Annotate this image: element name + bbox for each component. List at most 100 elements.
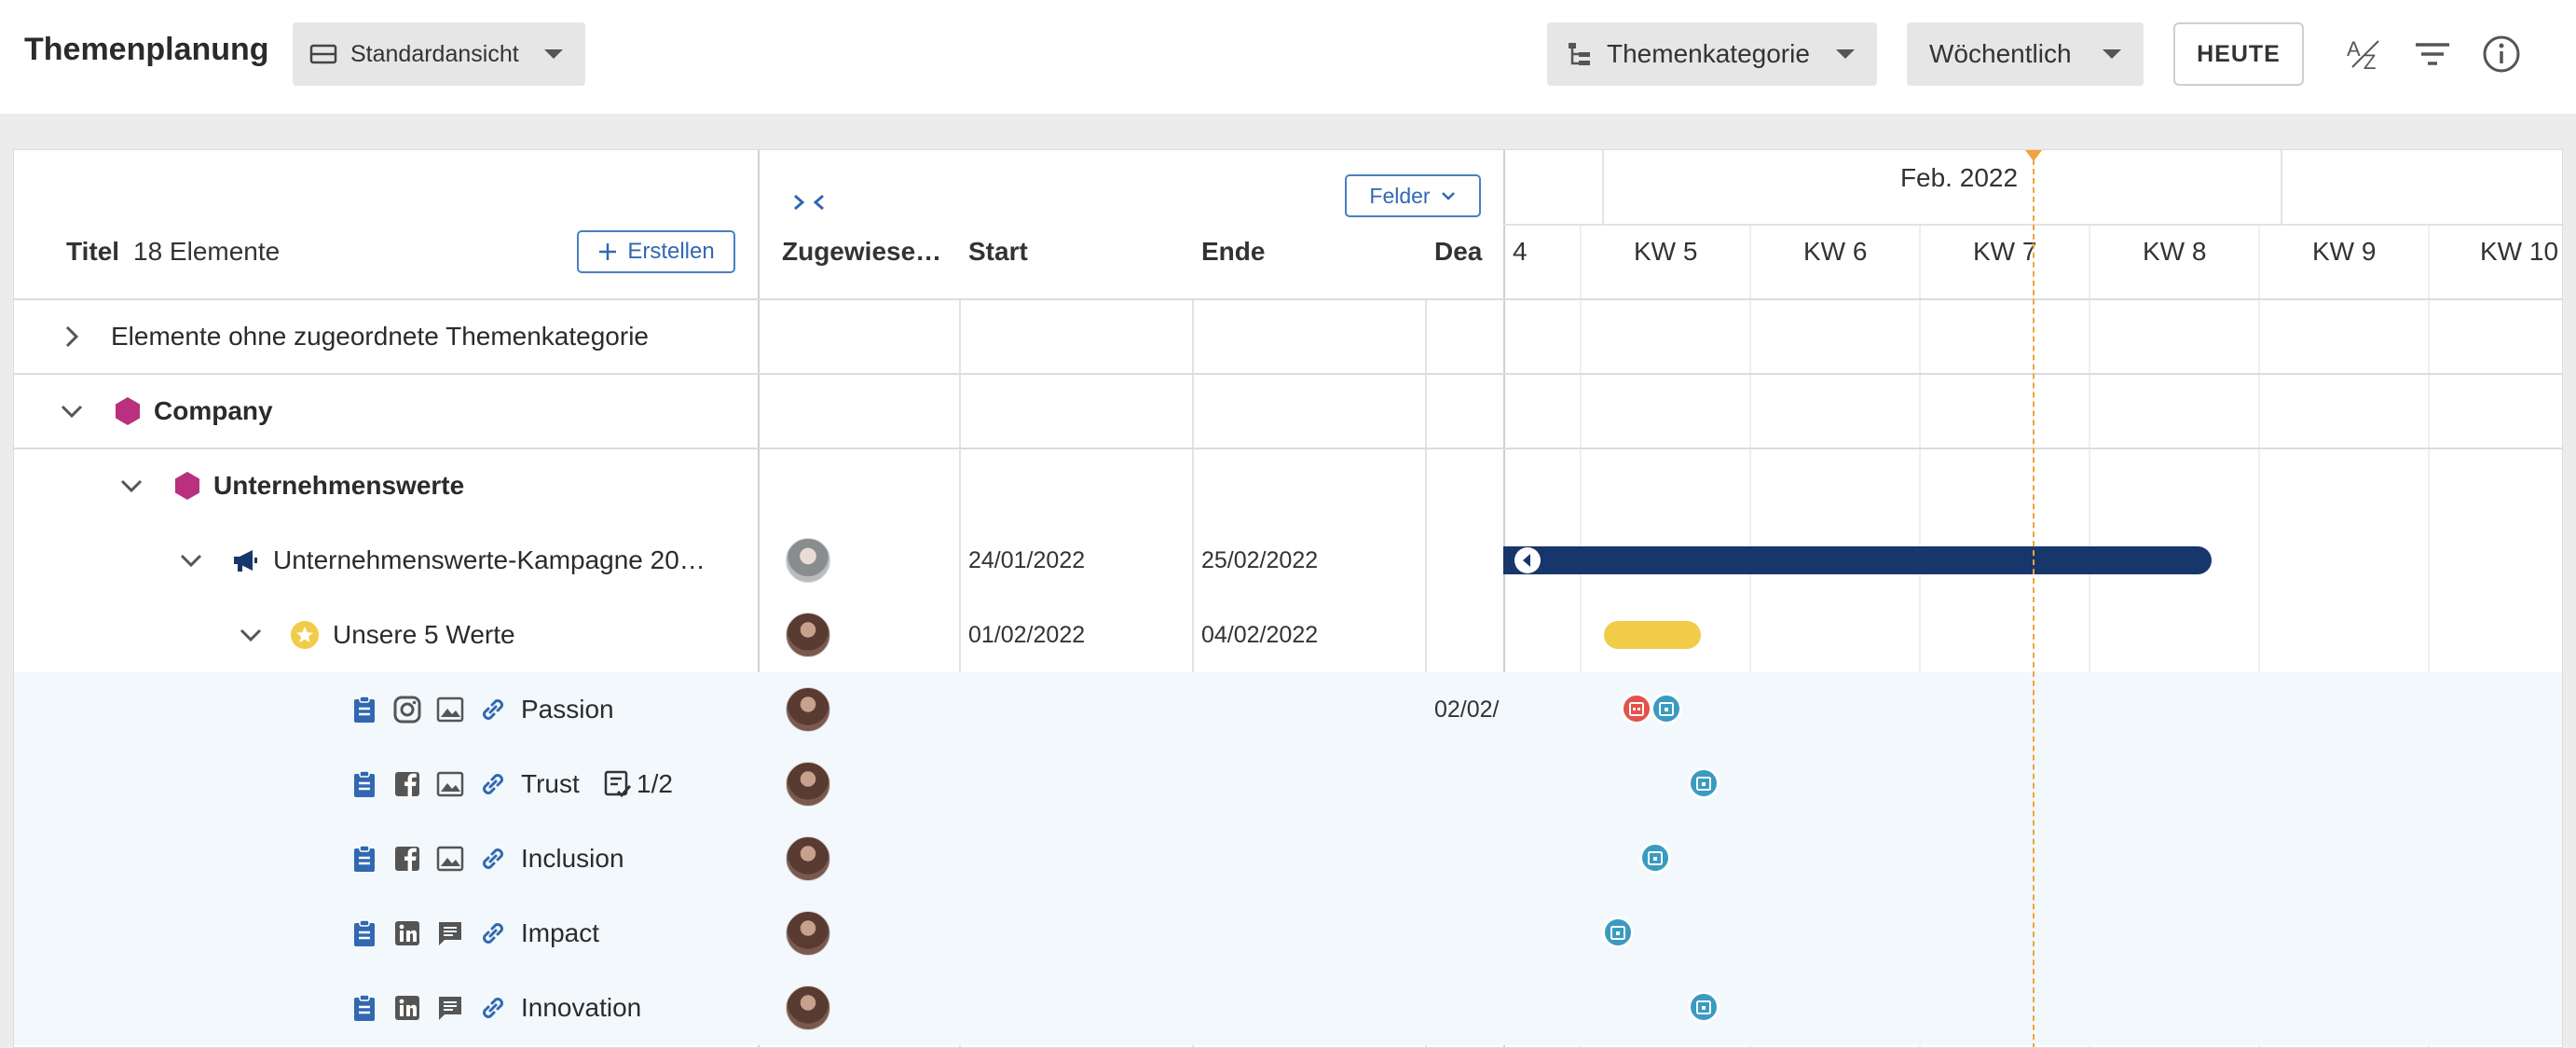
chevron-right-icon[interactable]: [57, 322, 87, 352]
post-title: Impact: [521, 918, 600, 947]
clipboard-icon: [354, 919, 375, 946]
task-checklist-icon: [604, 770, 632, 798]
view-list-icon: [309, 44, 337, 64]
deadline-column-header[interactable]: Dea: [1434, 237, 1501, 267]
post-row-impact[interactable]: Impact: [14, 896, 2562, 971]
publish-calendar-icon[interactable]: [1688, 991, 1720, 1023]
group-label: Elemente ohne zugeordnete Themenkategori…: [111, 322, 649, 351]
topic-title: Unsere 5 Werte: [333, 620, 515, 649]
group-label: Company: [154, 396, 273, 425]
filter-icon[interactable]: [2412, 34, 2453, 75]
start-column-header[interactable]: Start: [968, 237, 1028, 267]
clipboard-icon: [354, 845, 375, 872]
create-button[interactable]: Erstellen: [577, 230, 735, 273]
end-date: 25/02/2022: [1201, 547, 1319, 573]
publish-calendar-icon[interactable]: [1639, 842, 1671, 874]
top-bar: Themenplanung Standardansicht Themenkate…: [0, 0, 2576, 114]
week-label: KW 10: [2480, 237, 2559, 266]
chevron-down-icon[interactable]: [57, 396, 87, 426]
today-button[interactable]: HEUTE: [2173, 22, 2304, 86]
chevron-down-icon[interactable]: [176, 545, 206, 575]
group-by-label: Themenkategorie: [1607, 39, 1810, 68]
title-column-header: Titel: [66, 237, 120, 266]
week-label: KW 5: [1634, 237, 1698, 266]
week-label: 4: [1513, 237, 1528, 266]
image-icon: [436, 771, 464, 797]
post-row-passion[interactable]: Passion 02/02/: [14, 672, 2562, 747]
page-title: Themenplanung: [24, 32, 269, 67]
group-label: Unternehmenswerte: [213, 471, 465, 500]
group-row-company[interactable]: Company: [14, 374, 2562, 448]
end-column-header[interactable]: Ende: [1201, 237, 1265, 267]
post-row-innovation[interactable]: Innovation: [14, 971, 2562, 1045]
category-hexagon-icon: [175, 472, 199, 500]
timeline-divider: [1602, 150, 1604, 225]
today-marker-line: [2033, 150, 2035, 1047]
publish-calendar-icon[interactable]: [1651, 693, 1682, 724]
svg-text:A: A: [2347, 37, 2361, 61]
period-selector-button[interactable]: Wöchentlich: [1907, 22, 2144, 86]
chevron-down-icon: [2103, 49, 2121, 59]
gantt-bar-topic[interactable]: [1604, 621, 1701, 649]
collapse-columns-icon[interactable]: [791, 191, 829, 214]
task-progress: 1/2: [637, 769, 673, 798]
hierarchy-icon: [1569, 43, 1590, 65]
avatar: [786, 538, 830, 583]
scroll-left-icon[interactable]: [1513, 545, 1542, 575]
week-label: KW 6: [1803, 237, 1868, 266]
avatar: [786, 613, 830, 657]
topic-row[interactable]: Unsere 5 Werte 01/02/2022 04/02/2022: [14, 598, 2562, 672]
plus-icon: [599, 243, 617, 260]
linkedin-icon: [395, 996, 419, 1020]
post-row-inclusion[interactable]: Inclusion: [14, 821, 2562, 896]
info-icon[interactable]: [2481, 34, 2522, 75]
image-icon: [436, 696, 464, 723]
view-selector-button[interactable]: Standardansicht: [293, 22, 585, 86]
avatar: [786, 687, 830, 732]
chevron-down-icon[interactable]: [236, 620, 266, 650]
post-row-trust[interactable]: Trust 1/2: [14, 747, 2562, 821]
instagram-icon: [393, 696, 421, 724]
end-date: 04/02/2022: [1201, 622, 1319, 648]
avatar: [786, 911, 830, 956]
group-by-selector-button[interactable]: Themenkategorie: [1547, 22, 1877, 86]
group-row-uncategorised[interactable]: Elemente ohne zugeordnete Themenkategori…: [14, 299, 2562, 374]
link-icon: [483, 699, 503, 720]
timeline-month: Feb. 2022: [1899, 163, 2019, 192]
item-count: 18 Elemente: [133, 237, 281, 266]
clipboard-icon: [354, 994, 375, 1021]
publish-calendar-icon[interactable]: [1688, 767, 1720, 799]
post-title: Innovation: [521, 993, 642, 1022]
megaphone-icon: [234, 550, 257, 572]
start-date: 01/02/2022: [968, 622, 1086, 648]
timeline-divider: [2281, 150, 2282, 225]
gantt-bar-campaign[interactable]: [1503, 546, 2212, 574]
post-title: Trust: [521, 769, 580, 798]
fields-button[interactable]: Felder: [1345, 174, 1481, 217]
link-icon: [483, 774, 503, 794]
chevron-down-icon[interactable]: [116, 471, 146, 501]
view-selector-label: Standardansicht: [350, 40, 519, 67]
week-label: KW 9: [2312, 237, 2377, 266]
chevron-down-icon: [544, 49, 563, 59]
chevron-down-icon: [1836, 49, 1855, 59]
period-label: Wöchentlich: [1929, 39, 2072, 68]
publish-calendar-icon[interactable]: [1602, 917, 1634, 948]
link-icon: [483, 998, 503, 1018]
today-marker-icon: [2025, 150, 2042, 161]
star-badge-icon: [291, 621, 319, 649]
assigned-column-header[interactable]: Zugewiese…: [782, 237, 941, 267]
linkedin-icon: [395, 921, 419, 945]
create-label: Erstellen: [627, 239, 715, 264]
deadline-calendar-icon[interactable]: [1621, 693, 1652, 724]
sort-az-icon[interactable]: AZ: [2345, 34, 2386, 75]
campaign-row[interactable]: Unternehmenswerte-Kampagne 20… 24/01/202…: [14, 523, 2562, 598]
chevron-down-icon: [1441, 192, 1455, 200]
planning-panel: Titel 18 Elemente Erstellen Felder Zugew…: [13, 149, 2563, 1048]
deadline-date: 02/02/: [1434, 696, 1500, 723]
post-title: Inclusion: [521, 844, 624, 873]
facebook-icon: [395, 847, 419, 871]
group-row-unternehmenswerte[interactable]: Unternehmenswerte: [14, 448, 2562, 523]
message-icon: [439, 922, 461, 945]
category-hexagon-icon: [116, 397, 140, 425]
